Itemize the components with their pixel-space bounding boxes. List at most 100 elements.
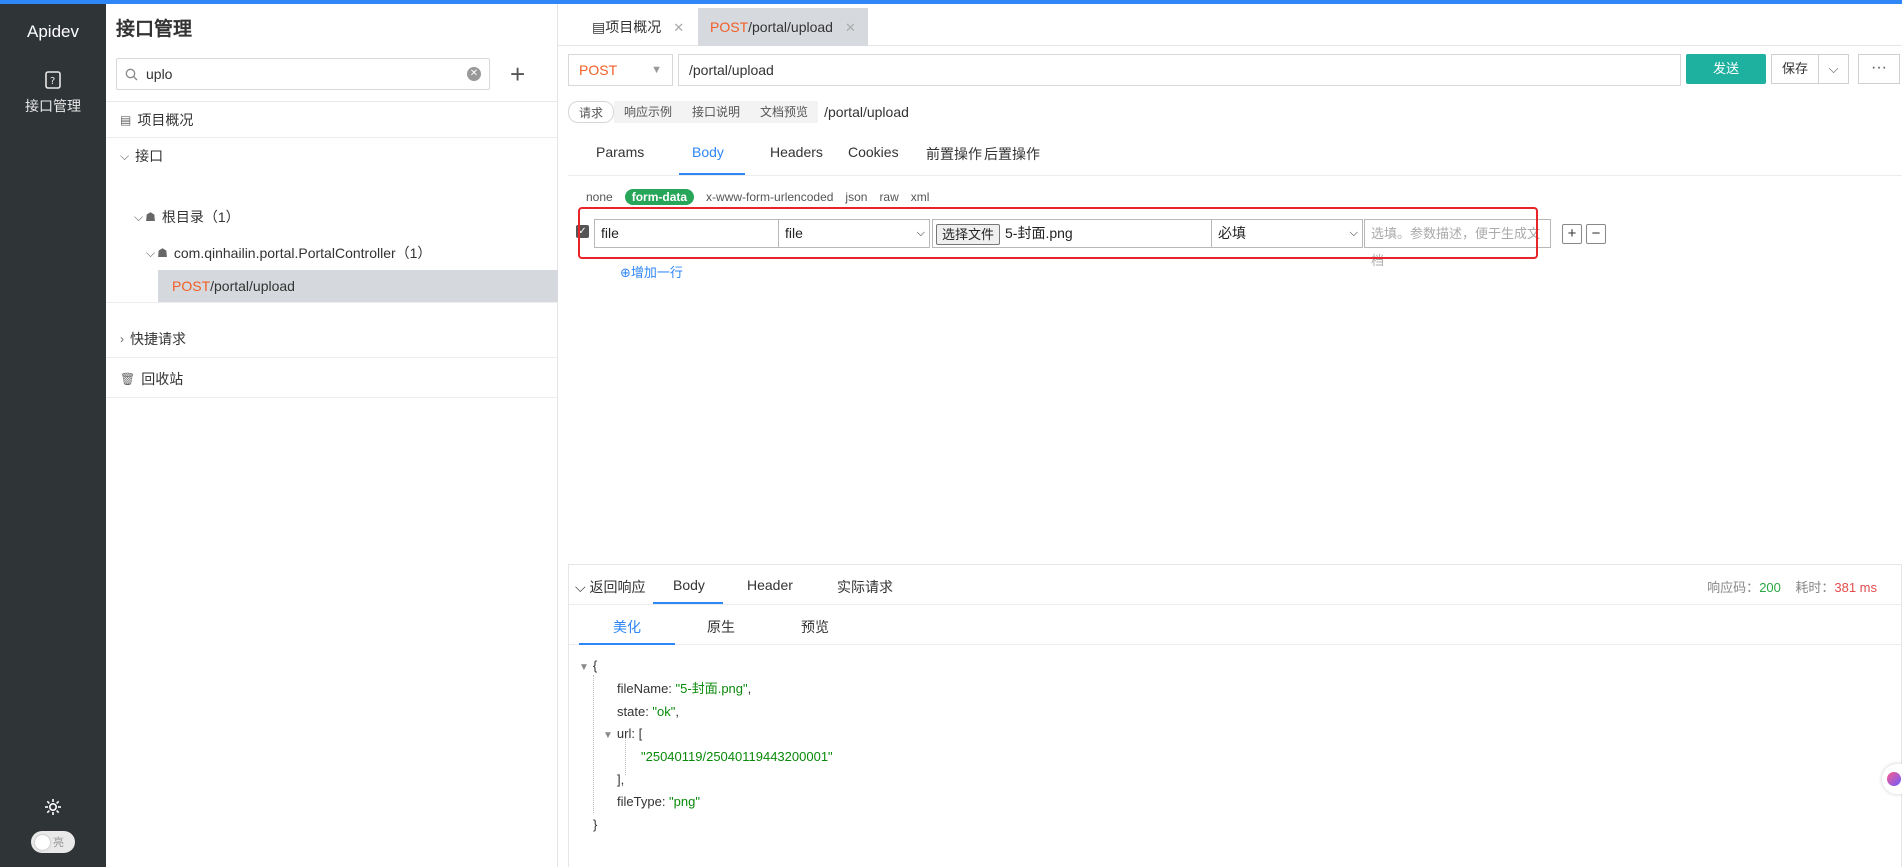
tab-body[interactable]: Body: [692, 144, 724, 160]
time-label: 耗时：: [1795, 580, 1835, 595]
collapse-triangle-icon[interactable]: ▼: [603, 730, 613, 741]
method-value: POST: [579, 62, 618, 78]
api-doc-icon: ?: [45, 71, 61, 89]
tab-overview-label: 项目概况: [605, 19, 662, 35]
theme-toggle-label: 亮: [53, 837, 64, 849]
collapse-triangle-icon[interactable]: ▼: [579, 662, 589, 673]
tree-item-root[interactable]: ⌵ ☗ 根目录（1）: [106, 202, 558, 232]
folder-icon: ☗: [157, 246, 168, 260]
tab-pre-script[interactable]: 前置操作: [926, 144, 982, 164]
response-panel: ⌵ 返回响应 Body Header 实际请求 响应码：200 耗时：381 m…: [568, 564, 1902, 867]
response-tab-header[interactable]: Header: [747, 577, 793, 593]
add-row-link[interactable]: ⊕增加一行: [620, 262, 683, 281]
tree-item-overview[interactable]: ▤ 项目概况: [106, 102, 558, 138]
clear-search-icon[interactable]: ✕: [467, 67, 481, 81]
view-raw[interactable]: 原生: [707, 617, 735, 637]
search-box: ✕: [116, 58, 490, 90]
tree-item-quick-request[interactable]: › 快捷请求: [106, 320, 558, 358]
tree-item-recycle-bin-label: 回收站: [141, 370, 184, 387]
tab-upload-label: /portal/upload: [748, 19, 833, 35]
tab-overview[interactable]: ▤项目概况 ✕: [580, 8, 696, 46]
nav-api-management[interactable]: ? 接口管理: [0, 70, 106, 116]
param-tabs: Params Body Headers Cookies 前置操作 后置操作: [568, 132, 1902, 176]
tab-post-script[interactable]: 后置操作: [984, 144, 1040, 164]
tree-item-endpoint[interactable]: POST /portal/upload: [158, 270, 558, 302]
chevron-down-icon: ⌵: [134, 209, 144, 224]
tab-upload[interactable]: POST/portal/upload ✕: [698, 8, 868, 46]
highlight-box: [578, 207, 1538, 259]
body-type-xml[interactable]: xml: [911, 190, 930, 204]
add-row-plus-icon[interactable]: +: [1562, 224, 1582, 244]
body-type-json[interactable]: json: [845, 190, 867, 204]
search-input[interactable]: [146, 66, 467, 82]
time-value: 381 ms: [1834, 580, 1877, 595]
close-icon[interactable]: ✕: [845, 20, 856, 35]
method-select[interactable]: POST ▼: [568, 54, 673, 86]
tree-item-recycle-bin[interactable]: 🗑 回收站: [106, 360, 558, 398]
nav-api-management-label: 接口管理: [25, 98, 81, 114]
send-button[interactable]: 发送: [1686, 54, 1766, 84]
url-input[interactable]: /portal/upload: [678, 54, 1681, 86]
tab-headers[interactable]: Headers: [770, 144, 823, 160]
api-sidebar: 接口管理 ✕ + ▤ 项目概况 ⌵ 接口 ⌵ ☗ 根目录（1） ⌵ ☗ com.…: [106, 4, 558, 867]
subtab-doc-preview[interactable]: 文档预览: [750, 101, 819, 123]
json-line: "25040119/25040119443200001": [641, 749, 833, 764]
save-button[interactable]: 保存: [1771, 54, 1819, 84]
body-type-raw[interactable]: raw: [879, 190, 898, 204]
tab-bar: ▤项目概况 ✕ POST/portal/upload ✕: [558, 4, 1902, 46]
body-type-selector: none form-data x-www-form-urlencoded jso…: [586, 189, 929, 205]
active-view-indicator: [579, 643, 675, 645]
tab-cookies[interactable]: Cookies: [848, 144, 899, 160]
body-type-urlencoded[interactable]: x-www-form-urlencoded: [706, 190, 833, 204]
body-type-none[interactable]: none: [586, 190, 613, 204]
json-line: fileType: "png": [617, 794, 700, 809]
save-dropdown-chevron-icon[interactable]: ⌵: [1819, 54, 1849, 84]
theme-toggle[interactable]: 亮: [31, 831, 75, 853]
add-item-button[interactable]: +: [510, 61, 525, 87]
response-view-tabs: 美化 原生 预览: [569, 605, 1901, 645]
brand-logo: Apidev: [27, 22, 79, 41]
subtab-response-example[interactable]: 响应示例: [614, 101, 683, 123]
chevron-down-icon: ⌵: [146, 245, 156, 260]
json-guide-line: [593, 675, 594, 813]
main-panel: ▤项目概况 ✕ POST/portal/upload ✕ POST ▼ /porta…: [558, 4, 1902, 867]
trash-icon: 🗑: [120, 371, 136, 386]
request-bar: POST ▼ /portal/upload 发送 保存 ⌵ ···: [568, 54, 1902, 86]
chevron-right-icon: ›: [120, 331, 124, 346]
view-pretty[interactable]: 美化: [613, 617, 641, 637]
folder-icon: ☗: [145, 210, 156, 224]
json-line: ▼{: [579, 658, 598, 673]
tree-item-api-group-label: 接口: [135, 148, 164, 164]
json-line: ▼ url: [: [603, 726, 643, 741]
tree-item-quick-request-label: 快捷请求: [130, 330, 186, 347]
response-toggle[interactable]: ⌵ 返回响应: [575, 577, 646, 597]
subtab-request[interactable]: 请求: [568, 101, 615, 123]
json-line: ],: [617, 772, 625, 787]
settings-gear-icon[interactable]: [44, 798, 62, 816]
subtab-path: /portal/upload: [824, 104, 909, 120]
tree-item-overview-label: 项目概况: [137, 111, 194, 128]
table-icon: ▤: [120, 112, 132, 127]
json-line: fileName: "5-封面.png",: [617, 681, 752, 696]
tree-item-controller[interactable]: ⌵ ☗ com.qinhailin.portal.PortalControlle…: [106, 238, 558, 268]
more-button[interactable]: ···: [1858, 54, 1900, 84]
assistant-logo-icon: [1887, 772, 1901, 786]
left-rail: Apidev ? 接口管理 亮: [0, 4, 106, 867]
response-tab-actual-request[interactable]: 实际请求: [837, 577, 893, 597]
active-tab-indicator: [679, 173, 745, 175]
tab-params[interactable]: Params: [596, 144, 644, 160]
chevron-down-icon: ▼: [651, 64, 662, 76]
response-tab-body[interactable]: Body: [673, 577, 705, 593]
subtab-api-description[interactable]: 接口说明: [682, 101, 751, 123]
svg-text:?: ?: [50, 76, 55, 87]
view-preview[interactable]: 预览: [801, 617, 829, 637]
theme-toggle-knob: [35, 834, 50, 850]
tree-divider: [106, 302, 558, 303]
tree-item-api-group[interactable]: ⌵ 接口: [106, 138, 558, 174]
body-type-form-data[interactable]: form-data: [624, 189, 695, 205]
search-icon: [125, 68, 138, 80]
json-line: }: [593, 817, 598, 832]
close-icon[interactable]: ✕: [673, 20, 684, 35]
remove-row-minus-icon[interactable]: −: [1586, 224, 1606, 244]
sidebar-title: 接口管理: [116, 19, 193, 40]
